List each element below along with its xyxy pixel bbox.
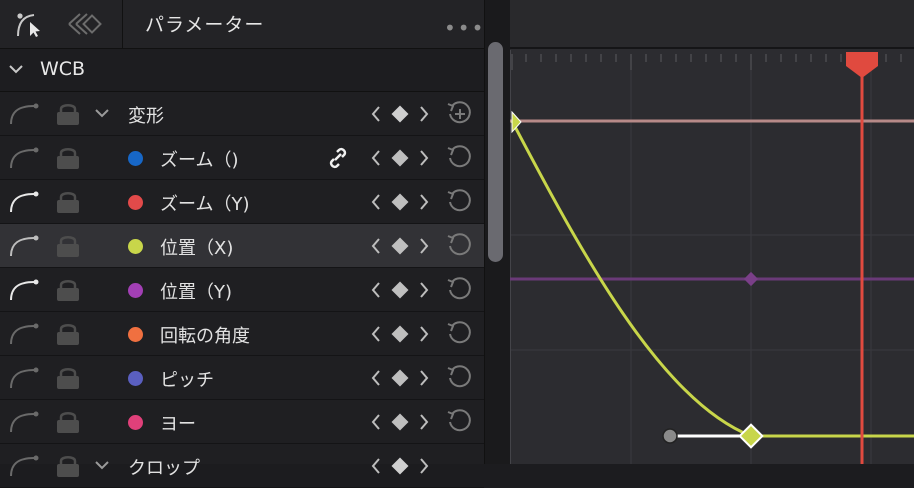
group-row-transform[interactable]: 変形 — [0, 92, 484, 136]
keyframe-navigator[interactable] — [370, 455, 430, 481]
group-row-crop[interactable]: クロップ — [0, 444, 484, 488]
lock-icon[interactable] — [55, 190, 81, 218]
color-dot — [128, 415, 143, 430]
graph-grid — [510, 70, 914, 464]
graph-canvas[interactable] — [509, 0, 914, 464]
curve-icon[interactable] — [8, 364, 42, 394]
chevron-down-icon[interactable] — [7, 59, 25, 83]
lock-icon[interactable] — [55, 454, 81, 482]
toolbar-divider — [122, 0, 123, 48]
color-dot — [128, 151, 143, 166]
parameter-label: ヨー — [160, 414, 196, 435]
parameter-label: 位置（Y) — [160, 282, 233, 303]
reset-icon[interactable] — [445, 188, 475, 220]
keyframe-marker[interactable] — [743, 271, 759, 287]
keyframe-selected[interactable] — [738, 423, 764, 449]
link-icon[interactable] — [325, 146, 351, 174]
reset-icon[interactable] — [445, 408, 475, 440]
parameter-label: 位置（X) — [160, 238, 234, 259]
curve-icon[interactable] — [8, 232, 42, 262]
curve-icon[interactable] — [8, 452, 42, 482]
color-dot — [128, 283, 143, 298]
parameter-row[interactable]: 回転の角度 — [0, 312, 484, 356]
section-name: WCB — [40, 58, 86, 80]
reset-icon[interactable] — [445, 364, 475, 396]
curve-icon[interactable] — [8, 276, 42, 306]
reset-icon[interactable] — [445, 320, 475, 352]
color-dot — [128, 371, 143, 386]
lock-icon[interactable] — [55, 278, 81, 306]
color-dot — [128, 195, 143, 210]
keyframe-navigator[interactable] — [370, 279, 430, 305]
parameter-label: 回転の角度 — [160, 326, 250, 347]
curve-icon[interactable] — [8, 188, 42, 218]
keyframe-navigator[interactable] — [370, 367, 430, 393]
lock-icon[interactable] — [55, 366, 81, 394]
keyframe-navigator[interactable] — [370, 103, 430, 129]
ruler-ticks — [511, 54, 902, 70]
reset-icon[interactable] — [445, 144, 475, 176]
reset-icon[interactable] — [445, 276, 475, 308]
reset-icon[interactable] — [445, 232, 475, 264]
keyframe-navigator[interactable] — [370, 147, 430, 173]
keyframe-navigator[interactable] — [370, 411, 430, 437]
curve-icon[interactable] — [8, 408, 42, 438]
parameter-row[interactable]: ズーム（) — [0, 136, 484, 180]
lock-icon[interactable] — [55, 234, 81, 262]
group-label: クロップ — [128, 458, 200, 479]
parameter-row[interactable]: ズーム（Y) — [0, 180, 484, 224]
lock-icon[interactable] — [55, 146, 81, 174]
curve-icon[interactable] — [8, 100, 42, 130]
curve-select-tool-icon[interactable] — [14, 10, 44, 38]
timeline-ruler[interactable] — [510, 0, 914, 48]
color-dot — [128, 327, 143, 342]
keyframe-align-icon[interactable] — [66, 10, 104, 38]
scrollbar-thumb[interactable] — [488, 42, 503, 262]
curve-icon[interactable] — [8, 320, 42, 350]
parameter-row[interactable]: 位置（X) — [0, 224, 484, 268]
parameter-label: ズーム（) — [160, 150, 239, 171]
panel-toolbar: パラメーター ••• — [0, 0, 484, 49]
more-options-button[interactable]: ••• — [444, 16, 485, 40]
add-reset-icon[interactable] — [445, 100, 475, 132]
playhead-handle[interactable] — [846, 52, 878, 78]
curve-editor-graph[interactable] — [509, 0, 914, 464]
group-label: 変形 — [128, 106, 164, 127]
parameter-label: ズーム（Y) — [160, 194, 250, 215]
parameter-row[interactable]: ヨー — [0, 400, 484, 444]
parameter-row[interactable]: ピッチ — [0, 356, 484, 400]
chevron-down-icon[interactable] — [93, 456, 111, 480]
chevron-down-icon[interactable] — [93, 104, 111, 128]
color-dot — [128, 239, 143, 254]
lock-icon[interactable] — [55, 410, 81, 438]
panel-title: パラメーター — [145, 14, 265, 36]
parameter-row[interactable]: 位置（Y) — [0, 268, 484, 312]
keyframe-navigator[interactable] — [370, 191, 430, 217]
keyframe-navigator[interactable] — [370, 323, 430, 349]
keyframe-navigator[interactable] — [370, 235, 430, 261]
lock-icon[interactable] — [55, 322, 81, 350]
bezier-handle-point[interactable] — [662, 428, 678, 444]
section-header-wcb[interactable]: WCB — [0, 49, 484, 92]
curve-icon[interactable] — [8, 144, 42, 174]
parameter-label: ピッチ — [160, 370, 214, 391]
lock-icon[interactable] — [55, 102, 81, 130]
